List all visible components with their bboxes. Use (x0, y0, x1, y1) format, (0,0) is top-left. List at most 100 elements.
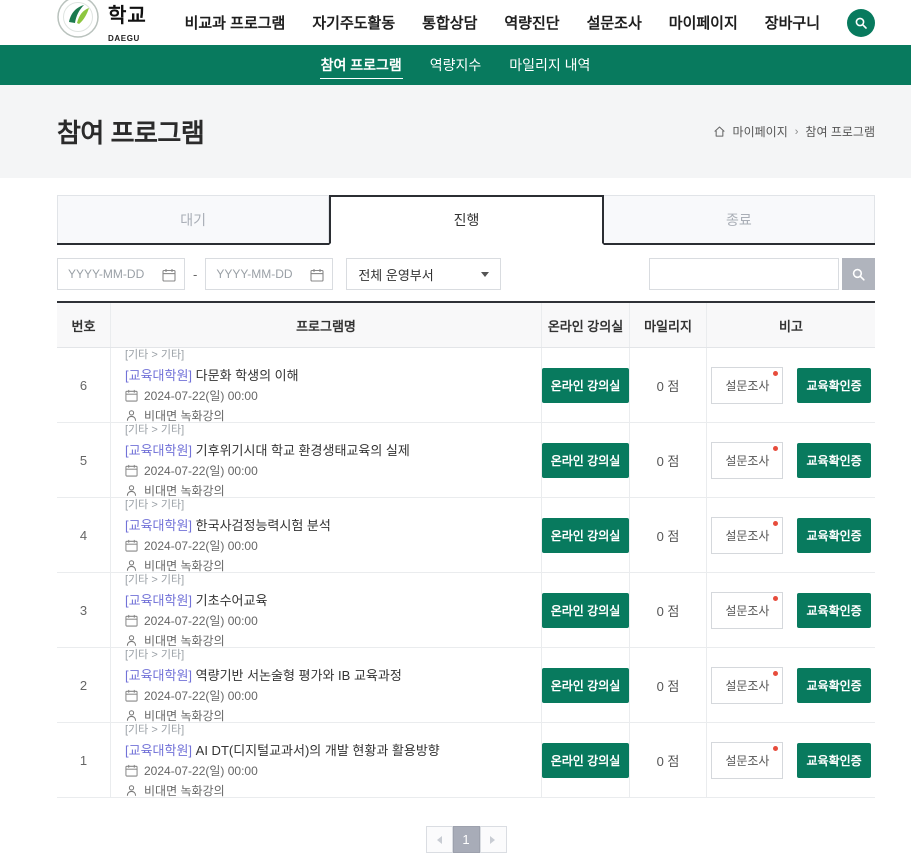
breadcrumb-mypage[interactable]: 마이페이지 (733, 123, 788, 140)
survey-button[interactable]: 설문조사 (711, 367, 783, 404)
online-classroom-button[interactable]: 온라인 강의실 (542, 668, 630, 703)
mileage-cell: 0 점 (629, 423, 706, 497)
nav-item-counseling[interactable]: 통합상담 (422, 12, 477, 33)
header-search-button[interactable] (847, 9, 875, 37)
program-date-line: 2024-07-22(일) 00:00 (125, 687, 533, 704)
program-title-link[interactable]: 기후위기시대 학교 환경생태교육의 실제 (196, 443, 410, 458)
nav-item-programs[interactable]: 비교과 프로그램 (185, 12, 286, 33)
tab-ended[interactable]: 종료 (604, 195, 875, 243)
certificate-button[interactable]: 교육확인증 (797, 593, 870, 628)
program-title-link[interactable]: 한국사검정능력시험 분석 (196, 518, 331, 533)
nav-item-competency-test[interactable]: 역량진단 (504, 12, 559, 33)
survey-button[interactable]: 설문조사 (711, 592, 783, 629)
nav-item-cart[interactable]: 장바구니 (765, 12, 820, 33)
certificate-button[interactable]: 교육확인증 (797, 668, 870, 703)
search-button[interactable] (842, 258, 875, 290)
department-select[interactable]: 전체 운영부서 (346, 258, 501, 290)
top-header: 대구대학교 DAEGU UNIVERSITY 비교과 프로그램 자기주도활동 통… (0, 0, 911, 45)
subnav-item-mileage-history[interactable]: 마일리지 내역 (508, 52, 591, 78)
program-cell: [기타 > 기타] [교육대학원] 기후위기시대 학교 환경생태교육의 실제 2… (110, 423, 541, 497)
program-title-link[interactable]: 기초수어교육 (196, 593, 268, 608)
page-title: 참여 프로그램 (57, 113, 204, 150)
table-row: 1 [기타 > 기타] [교육대학원] AI DT(디지털교과서)의 개발 현황… (57, 723, 875, 798)
current-page-button[interactable]: 1 (453, 826, 480, 853)
online-classroom-button[interactable]: 온라인 강의실 (542, 368, 630, 403)
tab-in-progress[interactable]: 진행 (329, 195, 603, 245)
survey-button[interactable]: 설문조사 (711, 742, 783, 779)
program-title-link[interactable]: 역량기반 서논술형 평가와 IB 교육과정 (196, 668, 402, 683)
program-method: 비대면 녹화강의 (144, 782, 225, 799)
certificate-button[interactable]: 교육확인증 (797, 743, 870, 778)
calendar-icon[interactable] (162, 268, 176, 282)
logo-subtitle: DAEGU UNIVERSITY (108, 34, 162, 46)
chevron-down-icon (481, 272, 489, 281)
notification-dot (773, 446, 778, 451)
classroom-cell: 온라인 강의실 (541, 573, 629, 647)
program-method-line: 비대면 녹화강의 (125, 782, 533, 799)
department-select-value: 전체 운영부서 (358, 265, 433, 284)
program-dept-link[interactable]: [교육대학원] (125, 593, 192, 608)
table-row: 3 [기타 > 기타] [교육대학원] 기초수어교육 2024-07-22(일)… (57, 573, 875, 648)
notification-dot (773, 671, 778, 676)
program-cell: [기타 > 기타] [교육대학원] 다문화 학생의 이해 2024-07-22(… (110, 348, 541, 422)
mileage-cell: 0 점 (629, 498, 706, 572)
program-title-line: [교육대학원] 기후위기시대 학교 환경생태교육의 실제 (125, 440, 533, 459)
survey-button-label: 설문조사 (725, 679, 769, 693)
nav-item-self-directed[interactable]: 자기주도활동 (312, 12, 395, 33)
certificate-button[interactable]: 교육확인증 (797, 368, 870, 403)
remarks-cell: 설문조사 교육확인증 (706, 348, 875, 422)
notification-dot (773, 746, 778, 751)
notification-dot (773, 371, 778, 376)
university-logo[interactable]: 대구대학교 DAEGU UNIVERSITY (57, 0, 185, 45)
survey-button-label: 설문조사 (725, 529, 769, 543)
survey-button[interactable]: 설문조사 (711, 517, 783, 554)
survey-button[interactable]: 설문조사 (711, 667, 783, 704)
program-title-link[interactable]: AI DT(디지털교과서)의 개발 현황과 활용방향 (196, 743, 440, 758)
table-row: 2 [기타 > 기타] [교육대학원] 역량기반 서논술형 평가와 IB 교육과… (57, 648, 875, 723)
survey-button-label: 설문조사 (725, 454, 769, 468)
calendar-icon[interactable] (310, 268, 324, 282)
subnav-item-participation[interactable]: 참여 프로그램 (320, 52, 403, 79)
survey-button[interactable]: 설문조사 (711, 442, 783, 479)
program-date: 2024-07-22(일) 00:00 (144, 537, 258, 554)
search-input[interactable] (649, 258, 839, 290)
row-number: 2 (57, 648, 110, 722)
certificate-button[interactable]: 교육확인증 (797, 518, 870, 553)
program-title-link[interactable]: 다문화 학생의 이해 (196, 368, 299, 383)
program-dept-link[interactable]: [교육대학원] (125, 668, 192, 683)
page-header: 참여 프로그램 마이페이지 › 참여 프로그램 (0, 85, 911, 178)
program-date-line: 2024-07-22(일) 00:00 (125, 387, 533, 404)
online-classroom-button[interactable]: 온라인 강의실 (542, 743, 630, 778)
program-date: 2024-07-22(일) 00:00 (144, 462, 258, 479)
table-row: 6 [기타 > 기타] [교육대학원] 다문화 학생의 이해 2024-07-2… (57, 348, 875, 423)
program-dept-link[interactable]: [교육대학원] (125, 518, 192, 533)
row-number: 4 (57, 498, 110, 572)
tab-waiting[interactable]: 대기 (57, 195, 329, 243)
program-date: 2024-07-22(일) 00:00 (144, 612, 258, 629)
header-online-classroom: 온라인 강의실 (541, 303, 629, 347)
next-page-button[interactable] (480, 826, 507, 853)
program-dept-link[interactable]: [교육대학원] (125, 368, 192, 383)
subnav-item-competency-index[interactable]: 역량지수 (429, 52, 483, 78)
nav-item-survey[interactable]: 설문조사 (587, 12, 642, 33)
online-classroom-button[interactable]: 온라인 강의실 (542, 593, 630, 628)
prev-page-button[interactable] (426, 826, 453, 853)
program-dept-link[interactable]: [교육대학원] (125, 743, 192, 758)
mileage-cell: 0 점 (629, 723, 706, 797)
classroom-cell: 온라인 강의실 (541, 348, 629, 422)
calendar-icon (125, 389, 138, 402)
remarks-cell: 설문조사 교육확인증 (706, 648, 875, 722)
program-dept-link[interactable]: [교육대학원] (125, 443, 192, 458)
online-classroom-button[interactable]: 온라인 강의실 (542, 518, 630, 553)
online-classroom-button[interactable]: 온라인 강의실 (542, 443, 630, 478)
table-row: 4 [기타 > 기타] [교육대학원] 한국사검정능력시험 분석 2024-07… (57, 498, 875, 573)
program-category: [기타 > 기타] (125, 346, 533, 362)
nav-item-mypage[interactable]: 마이페이지 (669, 12, 738, 33)
notification-dot (773, 521, 778, 526)
header-mileage: 마일리지 (629, 303, 706, 347)
header-number: 번호 (57, 303, 110, 347)
row-number: 5 (57, 423, 110, 497)
mileage-cell: 0 점 (629, 648, 706, 722)
certificate-button[interactable]: 교육확인증 (797, 443, 870, 478)
remarks-cell: 설문조사 교육확인증 (706, 498, 875, 572)
